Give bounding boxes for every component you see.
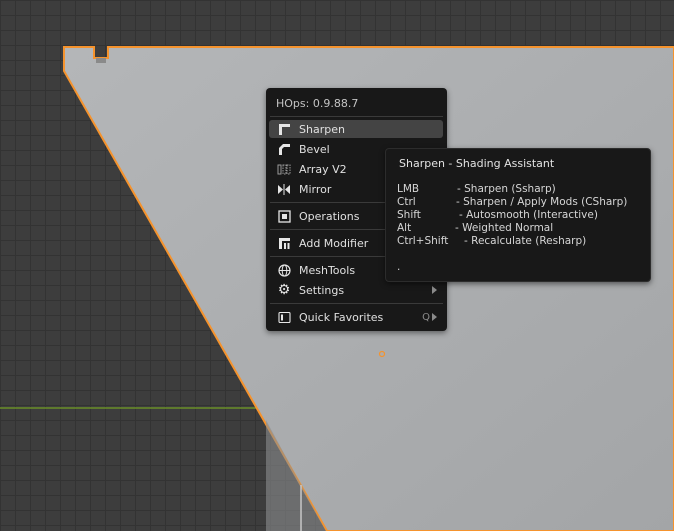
menu-item-label: Sharpen (299, 122, 345, 136)
tooltip-desc: - Sharpen (Ssharp) (457, 183, 556, 195)
mirror-icon (277, 182, 291, 196)
menu-title: HOps: 0.9.88.7 (276, 97, 359, 110)
bevel-icon (277, 142, 291, 156)
menu-item-label: Array V2 (299, 162, 347, 176)
menu-item-label: Settings (299, 283, 345, 297)
tooltip-key: Alt (397, 222, 412, 234)
menu-item-quick-favorites[interactable]: Quick Favorites Q (269, 308, 443, 326)
tooltip-key: Ctrl+Shift (397, 235, 449, 247)
submenu-arrow-icon (432, 313, 437, 321)
tooltip-sharpen: Sharpen - Shading Assistant LMB - Sharpe… (385, 148, 651, 282)
add-modifier-icon (277, 236, 291, 250)
tooltip-footer: . (397, 261, 401, 273)
favorites-icon (277, 310, 291, 324)
menu-item-sharpen[interactable]: Sharpen (269, 120, 443, 138)
menu-item-label: MeshTools (299, 263, 356, 277)
menu-item-label: Mirror (299, 182, 332, 196)
array-icon (277, 162, 291, 176)
separator (270, 303, 443, 304)
tooltip-desc: - Weighted Normal (455, 222, 554, 234)
menu-item-label: Operations (299, 209, 360, 223)
sharpen-icon (277, 122, 291, 136)
shortcut-hint: Q (422, 311, 430, 323)
submenu-arrow-icon (432, 286, 437, 294)
operations-icon (277, 209, 291, 223)
globe-icon (277, 263, 291, 277)
tooltip-key: Ctrl (397, 196, 416, 208)
menu-item-label: Quick Favorites (299, 310, 384, 324)
menu-item-label: Bevel (299, 142, 330, 156)
notch-detail (96, 58, 106, 63)
menu-item-settings[interactable]: ⚙ Settings (269, 281, 443, 299)
gear-icon: ⚙ (277, 282, 291, 298)
separator (270, 116, 443, 117)
tooltip-desc: - Sharpen / Apply Mods (CSharp) (456, 196, 628, 208)
tooltip-title: Sharpen - Shading Assistant (399, 157, 555, 170)
menu-item-label: Add Modifier (299, 236, 369, 250)
tooltip-key: LMB (397, 183, 420, 195)
tooltip-desc: - Autosmooth (Interactive) (459, 209, 598, 221)
tooltip-key: Shift (397, 209, 421, 221)
tooltip-desc: - Recalculate (Resharp) (464, 235, 587, 247)
